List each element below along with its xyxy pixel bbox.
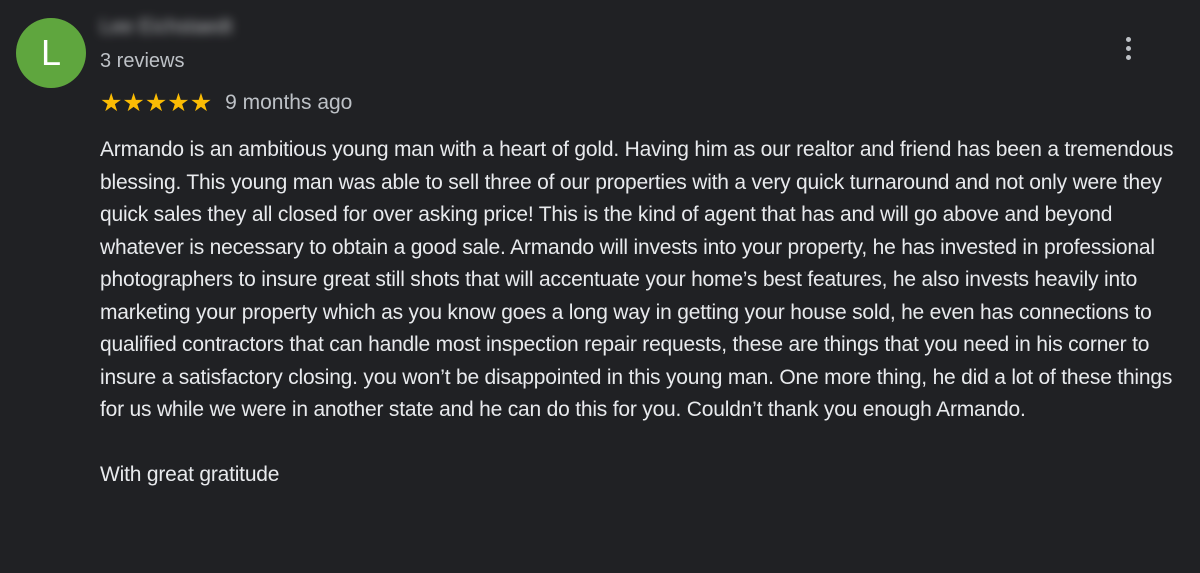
more-dot: [1125, 36, 1131, 42]
review-count[interactable]: 3 reviews: [100, 50, 184, 73]
avatar-initial: L: [40, 32, 62, 73]
rating-row: ★ ★ ★ ★ ★ 9 months ago: [100, 88, 352, 118]
star-icon: ★: [122, 88, 145, 117]
star-icon: ★: [189, 88, 213, 117]
reviewer-name[interactable]: Lee Eichstaedt: [100, 16, 232, 39]
more-options-button[interactable]: [1114, 32, 1142, 64]
more-dot: [1125, 45, 1131, 51]
review-card: L Lee Eichstaedt 3 reviews ★ ★ ★ ★ ★ 9 month…: [0, 0, 1200, 573]
review-closing: With great gratitude: [100, 463, 280, 486]
star-icon: ★: [167, 88, 190, 117]
star-rating: ★ ★ ★ ★ ★: [100, 88, 213, 117]
review-time: 9 months ago: [225, 91, 353, 114]
review-text: Armando is an ambitious young man with a…: [100, 134, 1185, 492]
review-body: Armando is an ambitious young man with a…: [100, 138, 1174, 421]
more-vert-icon: [1125, 36, 1131, 60]
star-icon: ★: [144, 88, 168, 117]
star-icon: ★: [100, 88, 123, 117]
avatar[interactable]: L: [16, 18, 86, 88]
more-dot: [1125, 54, 1131, 60]
